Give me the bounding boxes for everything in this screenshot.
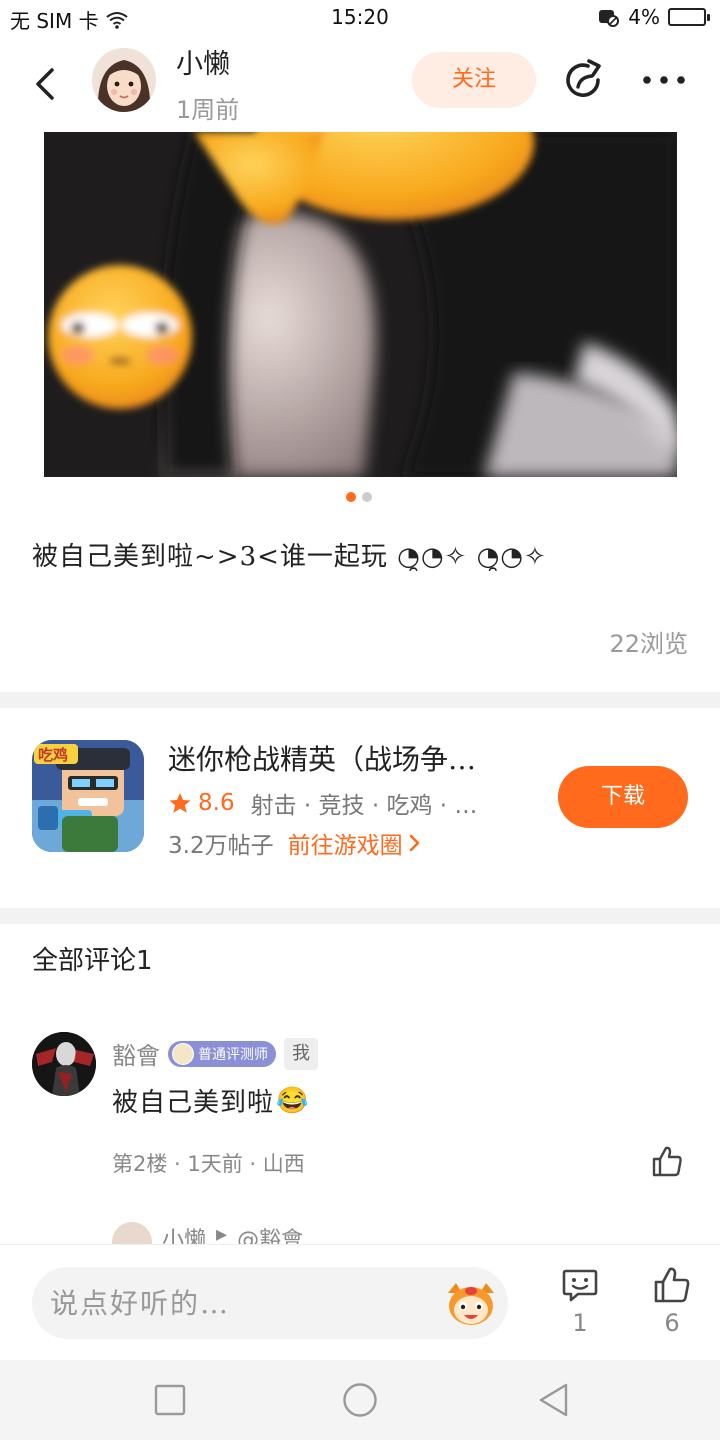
game-tags: 射击 · 竞技 · 吃鸡 · … <box>250 793 478 819</box>
reviewer-badge: 普通评测师 <box>168 1040 276 1067</box>
comment-text: 被自己美到啦 <box>112 1088 275 1118</box>
game-posts-row: 3.2万帖子 前往游戏圈 <box>168 826 421 860</box>
comment-text-row: 被自己美到啦 😂 <box>112 1082 309 1119</box>
comments-title: 全部评论1 <box>32 946 153 976</box>
tears-of-joy-emoji-icon: 😂 <box>276 1085 310 1116</box>
reply-target: @豁會 <box>237 1228 304 1244</box>
post-like-button[interactable]: 6 <box>652 1265 692 1337</box>
badge-label: 普通评测师 <box>198 1046 268 1063</box>
comment-bubble-icon <box>562 1269 598 1302</box>
section-divider <box>0 692 720 708</box>
section-divider <box>0 908 720 924</box>
commenter-avatar[interactable] <box>32 1032 96 1096</box>
battery-icon <box>668 8 710 26</box>
reply-arrow-icon: ▸ <box>216 1222 228 1244</box>
game-icon-image: 吃鸡 <box>32 740 144 852</box>
pager-dot <box>362 492 372 502</box>
post-header: 小懒 1周前 关注 <box>0 34 720 130</box>
download-button[interactable]: 下载 <box>558 766 688 828</box>
commenter-name-row: 豁會 普通评测师 我 <box>112 1036 318 1071</box>
game-title[interactable]: 迷你枪战精英（战场争… <box>168 738 538 778</box>
comments-count: 1 <box>572 1309 588 1337</box>
reply-avatar <box>112 1222 152 1244</box>
game-icon[interactable]: 吃鸡 <box>32 740 144 852</box>
author-avatar-image <box>92 48 156 112</box>
goto-game-circle-label: 前往游戏圈 <box>287 833 403 859</box>
like-count: 6 <box>664 1309 680 1337</box>
badge-avatar-icon <box>172 1042 194 1065</box>
chevron-right-icon <box>409 834 419 852</box>
author-avatar[interactable] <box>92 48 156 112</box>
goto-game-circle-link[interactable]: 前往游戏圈 <box>288 826 421 860</box>
comment-like-icon[interactable] <box>650 1144 684 1178</box>
svg-text:吃鸡: 吃鸡 <box>38 746 68 764</box>
game-post-count: 3.2万帖子 <box>168 833 274 859</box>
status-right: 4% <box>598 5 710 29</box>
share-icon[interactable] <box>562 58 606 102</box>
post-text: 被自己美到啦~>3<谁一起玩 ◔̯◔✧ ◔̯◔✧ <box>32 542 547 572</box>
view-count: 22浏览 <box>609 630 688 658</box>
back-nav-icon[interactable] <box>536 1382 572 1418</box>
emoji-picker-icon[interactable] <box>444 1279 498 1327</box>
star-icon <box>169 793 191 813</box>
back-arrow-icon[interactable] <box>28 64 64 104</box>
pager-dot-active <box>346 492 356 502</box>
bottom-action-bar: 1 6 <box>0 1244 720 1360</box>
comment-meta: 第2楼 · 1天前 · 山西 <box>112 1152 305 1176</box>
author-name[interactable]: 小懒 <box>176 42 230 81</box>
more-icon[interactable] <box>640 70 688 90</box>
follow-button[interactable]: 关注 <box>412 52 536 108</box>
battery-percent: 4% <box>628 5 660 29</box>
status-bar: 无 SIM 卡 15:20 4% <box>0 0 720 34</box>
comment-input[interactable] <box>50 1267 440 1339</box>
post-image[interactable] <box>44 132 677 477</box>
comment-input-container[interactable] <box>32 1267 508 1339</box>
screen-record-icon <box>599 10 620 27</box>
game-rating: 8.6 <box>198 790 235 816</box>
comments-count-button[interactable]: 1 <box>560 1265 600 1337</box>
post-photo <box>44 132 677 477</box>
post-time: 1周前 <box>176 96 240 124</box>
thumbs-up-icon <box>654 1267 690 1303</box>
reply-author: 小懒 <box>162 1228 207 1244</box>
home-icon[interactable] <box>342 1382 378 1418</box>
recent-apps-icon[interactable] <box>152 1382 188 1418</box>
reply-preview[interactable]: 小懒 ▸ @豁會 <box>112 1222 303 1244</box>
commenter-name[interactable]: 豁會 <box>112 1036 160 1071</box>
commenter-avatar-image <box>32 1032 96 1096</box>
me-tag: 我 <box>284 1037 318 1070</box>
image-pager-dots <box>346 492 372 502</box>
game-meta: 8.6 射击 · 竞技 · 吃鸡 · … <box>168 786 477 820</box>
system-nav-bar <box>0 1360 720 1440</box>
